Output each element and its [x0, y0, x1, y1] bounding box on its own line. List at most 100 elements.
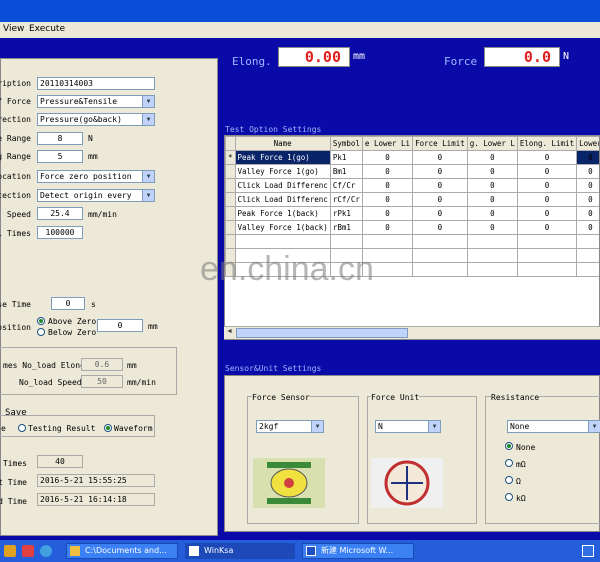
table-cell[interactable]: rPk1: [329, 206, 363, 221]
table-cell[interactable]: 0: [412, 206, 468, 221]
quicklaunch-icon[interactable]: [22, 545, 34, 557]
table-row[interactable]: Click Load Differenc Cf/Cr 0 0 0 0 0: [225, 178, 599, 193]
table-cell[interactable]: Pk1: [329, 150, 363, 165]
column-header[interactable]: e Lower Li: [361, 136, 414, 151]
table-cell[interactable]: 0: [576, 192, 599, 207]
table-row[interactable]: * Peak Force 1(go) Pk1 0 0 0 0 0: [225, 150, 599, 165]
browser-icon[interactable]: [40, 545, 52, 557]
table-cell[interactable]: 0: [361, 150, 414, 165]
chevron-down-icon: ▼: [588, 421, 600, 432]
table-cell[interactable]: Click Load Differenc: [234, 192, 331, 207]
force-unit-select[interactable]: N ▼: [375, 420, 441, 433]
resistance-none-radio[interactable]: [505, 442, 513, 450]
below-zero-radio[interactable]: [37, 328, 45, 336]
table-cell[interactable]: 0: [516, 206, 578, 221]
table-cell[interactable]: 0: [466, 150, 518, 165]
table-row[interactable]: Valley Force 1(back) rBm1 0 0 0 0 0: [225, 220, 599, 235]
table-cell[interactable]: 0: [466, 164, 518, 179]
test-options-table: Name Symbol e Lower Li Force Limit g. Lower …: [224, 135, 600, 340]
menu-execute[interactable]: Execute: [29, 24, 65, 34]
table-cell[interactable]: 0: [361, 192, 414, 207]
table-cell[interactable]: Valley Force 1(go): [234, 164, 331, 179]
table-cell[interactable]: Cf/Cr: [329, 178, 363, 193]
table-cell[interactable]: rCf/Cr: [329, 192, 363, 207]
force-range-input[interactable]: 8: [37, 132, 83, 145]
total-times-input[interactable]: 100000: [37, 226, 83, 239]
save-testing-result-radio[interactable]: [18, 424, 26, 432]
force-sensor-select[interactable]: 2kgf ▼: [256, 420, 324, 433]
table-cell[interactable]: 0: [576, 150, 599, 165]
table-cell[interactable]: 0: [576, 164, 599, 179]
menu-view[interactable]: View: [3, 24, 24, 34]
table-cell[interactable]: 0: [412, 192, 468, 207]
total-times-label: l Times: [0, 229, 31, 238]
table-cell[interactable]: 0: [466, 178, 518, 193]
table-cell[interactable]: Peak Force 1(back): [234, 206, 331, 221]
table-cell[interactable]: 0: [412, 150, 468, 165]
table-cell[interactable]: Valley Force 1(back): [234, 220, 331, 235]
force-readout: 0.0: [484, 47, 560, 67]
table-cell[interactable]: 0: [576, 206, 599, 221]
column-header[interactable]: g. Lower L: [466, 136, 518, 151]
description-input[interactable]: 20110314003: [37, 77, 155, 90]
resistance-select[interactable]: None ▼: [507, 420, 600, 433]
table-cell[interactable]: 0: [516, 164, 578, 179]
location-select[interactable]: Force zero position ▼: [37, 170, 155, 183]
table-cell[interactable]: 0: [576, 178, 599, 193]
table-cell[interactable]: Click Load Differenc: [234, 178, 331, 193]
taskbar-item-winksa[interactable]: WinKsa: [185, 543, 295, 559]
table-cell[interactable]: 0: [412, 178, 468, 193]
column-header[interactable]: Lower: [576, 136, 599, 151]
column-header[interactable]: [225, 136, 236, 151]
tray-icon[interactable]: [582, 545, 594, 557]
direction-select[interactable]: Pressure(go&back) ▼: [37, 113, 155, 126]
table-cell[interactable]: 0: [412, 164, 468, 179]
table-cell[interactable]: 0: [466, 206, 518, 221]
scroll-left-icon[interactable]: ◄: [226, 328, 233, 335]
noload-elong-input[interactable]: 0.6: [81, 358, 123, 371]
table-horizontal-scrollbar[interactable]: ◄: [224, 326, 600, 339]
column-header[interactable]: Elong. Limit: [516, 136, 578, 151]
table-cell[interactable]: 0: [361, 220, 414, 235]
table-cell[interactable]: 0: [466, 192, 518, 207]
table-cell[interactable]: 0: [516, 178, 578, 193]
taskbar-item-word[interactable]: 新建 Microsoft W...: [302, 543, 414, 559]
times-value: 40: [37, 455, 83, 468]
speed-input[interactable]: 25.4: [37, 207, 83, 220]
table-cell[interactable]: 0: [361, 206, 414, 221]
resistance-kiloohm-radio[interactable]: [505, 493, 513, 501]
resistance-ohm-radio[interactable]: [505, 476, 513, 484]
table-cell[interactable]: 0: [361, 178, 414, 193]
table-row[interactable]: Valley Force 1(go) Bm1 0 0 0 0 0: [225, 164, 599, 179]
scroll-thumb[interactable]: [236, 328, 408, 338]
table-cell[interactable]: 0: [516, 150, 578, 165]
quicklaunch-icon[interactable]: [4, 545, 16, 557]
table-cell[interactable]: 0: [361, 164, 414, 179]
table-cell[interactable]: 0: [466, 220, 518, 235]
table-cell[interactable]: 0: [576, 220, 599, 235]
detection-select[interactable]: Detect origin every ▼: [37, 189, 155, 202]
save-waveform-radio[interactable]: [104, 424, 112, 432]
above-zero-radio[interactable]: [37, 317, 45, 325]
table-cell[interactable]: 0: [516, 192, 578, 207]
position-input[interactable]: 0: [97, 319, 143, 332]
table-cell[interactable]: rBm1: [329, 220, 363, 235]
table-cell[interactable]: 0: [412, 220, 468, 235]
table-row[interactable]: Click Load Differenc rCf/Cr 0 0 0 0 0: [225, 192, 599, 207]
force-unit-value: N: [378, 422, 383, 431]
column-header[interactable]: Name: [234, 136, 331, 151]
column-header[interactable]: Force Limit: [412, 136, 468, 151]
detection-label: tection: [0, 191, 31, 200]
table-cell[interactable]: Bm1: [329, 164, 363, 179]
table-cell[interactable]: Peak Force 1(go): [234, 150, 331, 165]
taskbar-item-label: WinKsa: [204, 546, 234, 555]
elong-range-input[interactable]: 5: [37, 150, 83, 163]
column-header[interactable]: Symbol: [329, 136, 363, 151]
resistance-milliohm-radio[interactable]: [505, 459, 513, 467]
table-row[interactable]: Peak Force 1(back) rPk1 0 0 0 0 0: [225, 206, 599, 221]
table-cell[interactable]: 0: [516, 220, 578, 235]
pause-time-input[interactable]: 0: [51, 297, 85, 310]
taskbar-item-documents[interactable]: C:\Documents and...: [66, 543, 178, 559]
noload-speed-input[interactable]: 50: [81, 375, 123, 388]
type-of-force-select[interactable]: Pressure&Tensile ▼: [37, 95, 155, 108]
